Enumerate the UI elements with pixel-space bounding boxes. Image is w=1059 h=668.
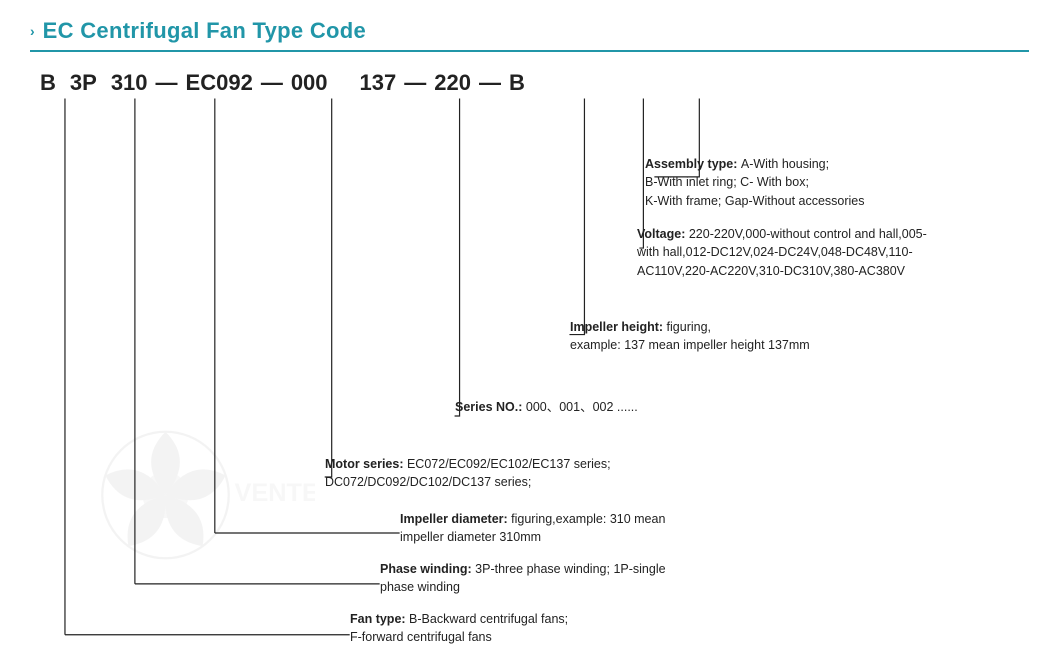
annotation-series-text: 000、001、002 ...... bbox=[526, 400, 638, 414]
dash3: — bbox=[404, 70, 426, 96]
chevron-icon: › bbox=[30, 23, 35, 39]
code-137: 137 bbox=[360, 70, 397, 96]
annotation-motor: Motor series: EC072/EC092/EC102/EC137 se… bbox=[325, 455, 611, 493]
annotation-phase-label: Phase winding: bbox=[380, 562, 475, 576]
annotation-assembly-text3: K-With frame; Gap-Without accessories bbox=[645, 194, 865, 208]
annotation-voltage-label: Voltage: bbox=[637, 227, 689, 241]
code-b: B bbox=[40, 70, 56, 96]
annotation-motor-label: Motor series: bbox=[325, 457, 407, 471]
code-310: 310 bbox=[111, 70, 148, 96]
annotation-fan-type-label: Fan type: bbox=[350, 612, 409, 626]
watermark-logo: VENTEC bbox=[85, 425, 315, 565]
dash4: — bbox=[479, 70, 501, 96]
code-220: 220 bbox=[434, 70, 471, 96]
annotation-series: Series NO.: 000、001、002 ...... bbox=[455, 398, 638, 417]
annotation-assembly-text1: A-With housing; bbox=[741, 157, 829, 171]
dash2: — bbox=[261, 70, 283, 96]
svg-text:VENTEC: VENTEC bbox=[235, 478, 316, 506]
annotation-impeller-dia-label: Impeller diameter: bbox=[400, 512, 511, 526]
title-row: › EC Centrifugal Fan Type Code bbox=[30, 18, 1029, 44]
annotation-impeller-height-label: Impeller height: bbox=[570, 320, 667, 334]
type-code-row: B 3P 310 — EC092 — 000 137 — 220 — B bbox=[40, 70, 525, 96]
code-b2: B bbox=[509, 70, 525, 96]
annotation-assembly-text2: B-With inlet ring; C- With box; bbox=[645, 175, 809, 189]
annotation-impeller-height: Impeller height: figuring,example: 137 m… bbox=[570, 318, 810, 356]
dash1: — bbox=[156, 70, 178, 96]
diagram-area: B 3P 310 — EC092 — 000 137 — 220 — B bbox=[30, 70, 1029, 650]
code-3p: 3P bbox=[70, 70, 97, 96]
annotation-voltage: Voltage: 220-220V,000-without control an… bbox=[637, 225, 927, 281]
annotation-impeller-dia: Impeller diameter: figuring,example: 310… bbox=[400, 510, 665, 548]
page-container: › EC Centrifugal Fan Type Code B 3P 310 … bbox=[0, 0, 1059, 668]
page-title: EC Centrifugal Fan Type Code bbox=[43, 18, 366, 44]
annotation-phase: Phase winding: 3P-three phase winding; 1… bbox=[380, 560, 666, 598]
code-000: 000 bbox=[291, 70, 328, 96]
annotation-assembly: Assembly type: A-With housing; B-With in… bbox=[645, 155, 865, 211]
title-divider bbox=[30, 50, 1029, 52]
annotation-series-label: Series NO.: bbox=[455, 400, 526, 414]
annotation-fan-type: Fan type: B-Backward centrifugal fans;F-… bbox=[350, 610, 568, 648]
annotation-assembly-label: Assembly type: bbox=[645, 157, 741, 171]
code-ec092: EC092 bbox=[186, 70, 253, 96]
